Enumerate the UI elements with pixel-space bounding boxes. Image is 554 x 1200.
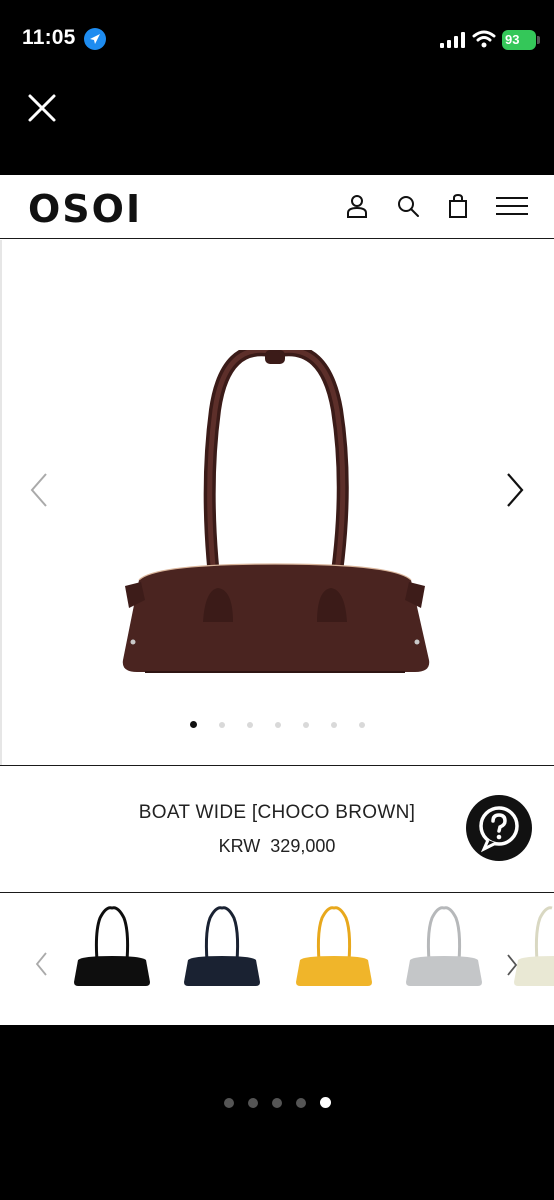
gallery-dot[interactable] xyxy=(302,721,309,728)
wifi-icon xyxy=(472,30,496,48)
variant-navy-thumbnail[interactable] xyxy=(182,904,262,989)
close-icon xyxy=(28,94,56,122)
battery-icon: 93 xyxy=(502,30,536,50)
gallery-dot[interactable] xyxy=(274,721,281,728)
variant-prev-arrow-icon[interactable] xyxy=(32,949,52,979)
price-amount: 329,000 xyxy=(270,836,336,856)
question-chat-icon xyxy=(479,806,519,853)
viewer-page-dot[interactable] xyxy=(295,1098,306,1108)
gallery-dot[interactable] xyxy=(246,721,253,728)
variant-next-arrow-icon[interactable] xyxy=(504,952,520,978)
status-bar: 11:05 93 xyxy=(0,0,554,80)
gallery-dot[interactable] xyxy=(218,721,225,728)
viewer-page-dot[interactable] xyxy=(319,1097,331,1108)
product-page: OSOI BOAT WIDE [CHOCO BROWN] KRW 329,000 xyxy=(0,175,554,1025)
variant-black-thumbnail[interactable] xyxy=(72,904,152,989)
close-button[interactable] xyxy=(22,88,62,128)
site-header: OSOI xyxy=(0,175,554,239)
gallery-prev-arrow-icon[interactable] xyxy=(26,470,52,510)
gallery-divider xyxy=(0,240,2,765)
product-main-image xyxy=(122,350,430,673)
location-arrow-icon xyxy=(84,28,106,50)
color-variant-carousel xyxy=(0,894,554,1025)
help-chat-button[interactable] xyxy=(466,795,532,861)
search-icon[interactable] xyxy=(395,193,421,219)
cellular-signal-icon xyxy=(440,32,465,48)
variant-grey-thumbnail[interactable] xyxy=(404,904,484,989)
viewer-page-indicator xyxy=(0,1095,554,1113)
viewer-page-dot[interactable] xyxy=(223,1098,234,1108)
account-icon[interactable] xyxy=(344,193,370,219)
variant-yellow-thumbnail[interactable] xyxy=(294,904,374,989)
price-currency: KRW xyxy=(218,836,261,856)
hamburger-menu-icon[interactable] xyxy=(496,193,528,219)
gallery-dot[interactable] xyxy=(189,721,197,729)
viewer-page-dot[interactable] xyxy=(271,1098,282,1108)
status-time: 11:05 xyxy=(22,26,76,49)
gallery-pagination xyxy=(0,716,554,729)
gallery-dot[interactable] xyxy=(330,721,337,728)
gallery-dot[interactable] xyxy=(358,721,365,728)
viewer-page-dot[interactable] xyxy=(247,1098,258,1108)
battery-level: 93 xyxy=(505,32,520,47)
product-image-gallery[interactable] xyxy=(0,240,554,765)
site-logo[interactable]: OSOI xyxy=(28,187,142,231)
shopping-bag-icon[interactable] xyxy=(445,193,471,219)
battery-tip xyxy=(537,36,540,44)
gallery-next-arrow-icon[interactable] xyxy=(502,470,528,510)
